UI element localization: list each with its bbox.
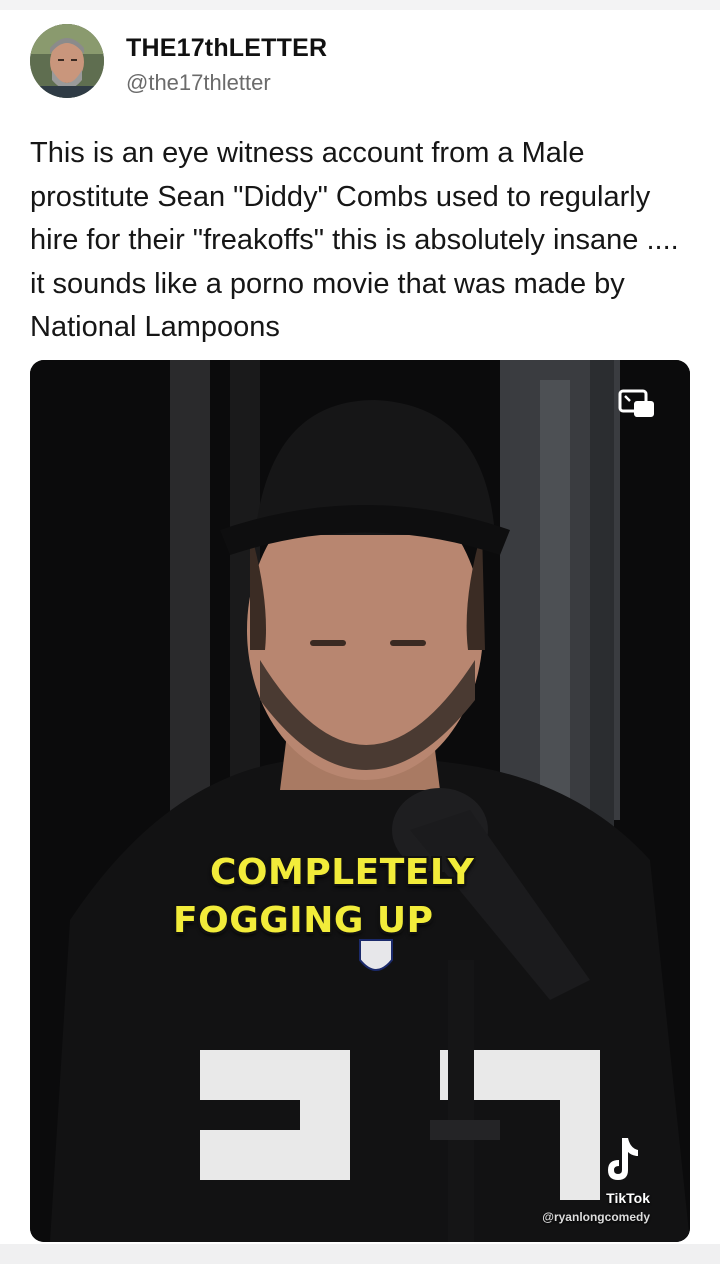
top-strip xyxy=(0,0,720,10)
video-caption-line2: FOGGING UP xyxy=(173,900,434,941)
author-handle[interactable]: @the17thletter xyxy=(126,70,271,96)
author-display-name[interactable]: THE17thLETTER xyxy=(126,34,327,63)
picture-in-picture-icon[interactable] xyxy=(618,388,656,420)
tiktok-username: @ryanlongcomedy xyxy=(542,1210,650,1224)
post-text: This is an eye witness account from a Ma… xyxy=(30,137,679,343)
post-header: THE17thLETTER @the17thletter xyxy=(30,24,690,100)
video-caption-line1: COMPLETELY xyxy=(210,852,475,893)
author-avatar[interactable] xyxy=(30,24,104,98)
video-player[interactable]: COMPLETELY FOGGING UP TikTok @ryanlongco… xyxy=(30,360,690,1242)
tiktok-brand: TikTok xyxy=(606,1190,650,1206)
tiktok-logo-icon xyxy=(592,1130,652,1190)
video-frame xyxy=(30,360,690,1242)
avatar-photo xyxy=(30,24,104,98)
bottom-strip xyxy=(0,1244,720,1264)
